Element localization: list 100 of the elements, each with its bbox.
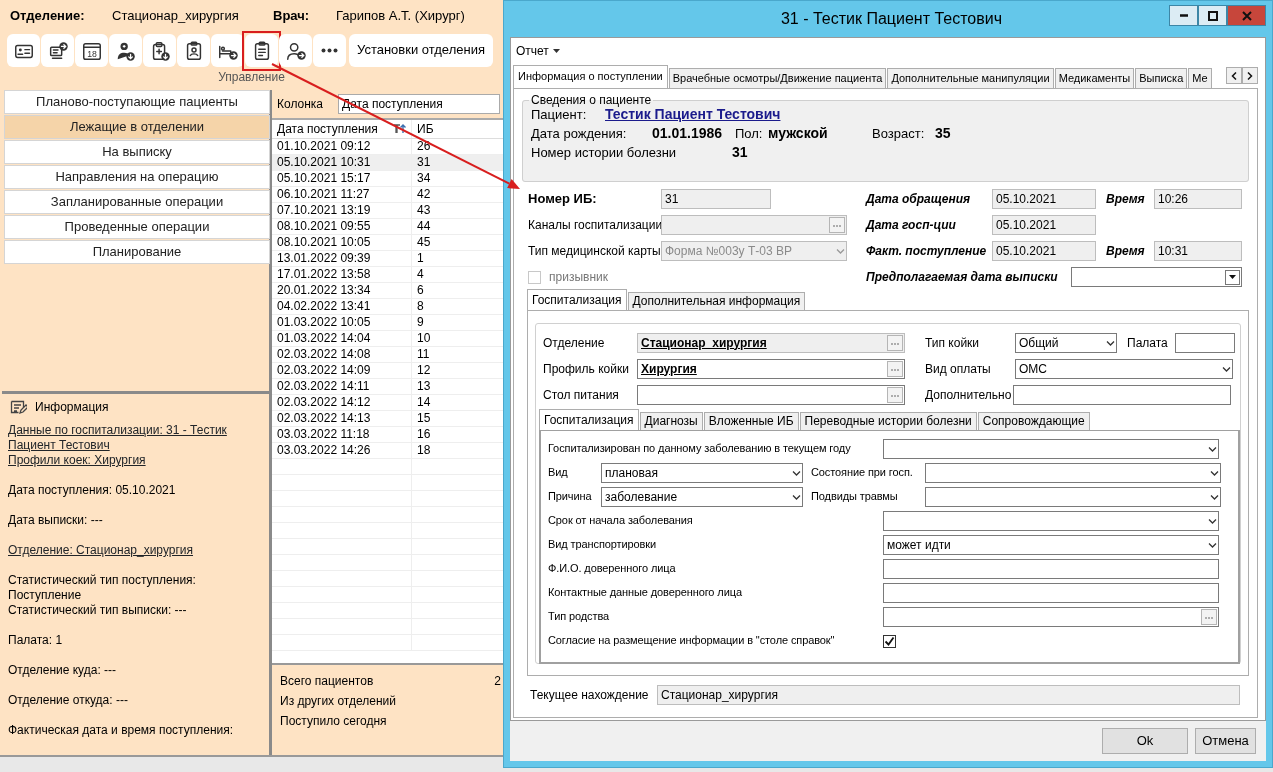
dropdown[interactable]: заболевание	[601, 487, 803, 507]
tab[interactable]: Ме	[1188, 68, 1212, 88]
table-cell: 02.03.2022 14:11	[272, 379, 412, 394]
toolbar-button[interactable]	[211, 34, 244, 67]
nav-item[interactable]: Планирование	[4, 240, 270, 264]
table-row[interactable]: 03.03.2022 14:26 18	[272, 443, 503, 459]
field-label: Причина	[548, 490, 593, 504]
table-row[interactable]: 02.03.2022 14:13 15	[272, 411, 503, 427]
text-field[interactable]	[1175, 333, 1235, 353]
dropdown-arrow-button[interactable]	[1225, 269, 1240, 285]
text-field[interactable]: 05.10.2021	[992, 189, 1096, 209]
maximize-button[interactable]	[1198, 5, 1227, 26]
dropdown[interactable]: может идти	[883, 535, 1219, 555]
dropdown[interactable]	[925, 463, 1221, 483]
window-title: 31 - Тестик Пациент Тестович	[779, 9, 1004, 29]
nav-item[interactable]: Проведенные операции	[4, 215, 270, 239]
dropdown[interactable]	[1071, 267, 1242, 287]
chevron-icon	[1209, 468, 1219, 478]
text-field[interactable]	[883, 583, 1219, 603]
tab[interactable]: Информация о поступлении	[513, 65, 668, 88]
table-row[interactable]: 01.03.2022 14:04 10	[272, 331, 503, 347]
nav-item[interactable]: Направления на операцию	[4, 165, 270, 189]
cancel-button[interactable]: Отмена	[1195, 728, 1256, 754]
tab[interactable]: Диагнозы	[639, 412, 703, 430]
table-row[interactable]: 05.10.2021 15:17 34	[272, 171, 503, 187]
toolbar-button[interactable]	[7, 34, 40, 67]
settings-button[interactable]: Установки отделения	[349, 34, 493, 67]
table-row[interactable]: 17.01.2022 13:58 4	[272, 267, 503, 283]
dropdown[interactable]	[925, 487, 1221, 507]
dropdown[interactable]	[883, 511, 1219, 531]
notes-icon	[10, 400, 27, 415]
scroll-right-button[interactable]	[1242, 67, 1258, 84]
toolbar-button[interactable]	[313, 34, 346, 67]
table-row[interactable]: 02.03.2022 14:09 12	[272, 363, 503, 379]
table-row[interactable]: 04.02.2022 13:41 8	[272, 299, 503, 315]
field-label: Предполагаемая дата выписки	[866, 269, 1059, 285]
toolbar-button[interactable]	[143, 34, 176, 67]
table-cell: 02.03.2022 14:13	[272, 411, 412, 426]
tab[interactable]: Выписка	[1135, 68, 1188, 88]
toolbar-button[interactable]	[41, 34, 74, 67]
field-label: Срок от начала заболевания	[548, 514, 694, 528]
patient-link[interactable]: Тестик Пациент Тестович	[605, 106, 781, 124]
minimize-button[interactable]	[1169, 5, 1198, 26]
dropdown[interactable]	[883, 439, 1219, 459]
text-field[interactable]: 05.10.2021	[992, 241, 1096, 261]
nav-item[interactable]: Планово-поступающие пациенты	[4, 90, 270, 114]
dropdown[interactable]: ОМС	[1015, 359, 1233, 379]
text-field[interactable]: 10:26	[1154, 189, 1242, 209]
text-field[interactable]	[883, 559, 1219, 579]
lookup-field[interactable]	[883, 607, 1219, 627]
toolbar-button[interactable]	[109, 34, 142, 67]
tab[interactable]: Медикаменты	[1054, 68, 1135, 88]
sort-icon	[393, 123, 407, 135]
tab[interactable]: Госпитализация	[539, 409, 639, 430]
tab[interactable]: Дополнительные манипуляции	[887, 68, 1054, 88]
checkbox[interactable]	[883, 634, 896, 648]
nav-item[interactable]: На выписку	[4, 140, 270, 164]
table-row[interactable]: 05.10.2021 10:31 31	[272, 155, 503, 171]
table-row[interactable]: 08.10.2021 10:05 45	[272, 235, 503, 251]
table-row[interactable]: 02.03.2022 14:12 14	[272, 395, 503, 411]
info-link[interactable]: Отделение: Стационар_хирургия	[8, 543, 263, 558]
nav-item[interactable]: Лежащие в отделении	[4, 115, 270, 139]
info-link[interactable]: Профили коек: Хирургия	[8, 453, 263, 468]
dropdown[interactable]: плановая	[601, 463, 803, 483]
info-link[interactable]: Данные по госпитализации: 31 - Тестик Пациент Тестович	[8, 423, 263, 453]
lookup-field[interactable]	[637, 385, 905, 405]
tab[interactable]: Врачебные осмотры/Движение пациента	[668, 68, 887, 88]
text-field[interactable]: Стационар_хирургия	[657, 685, 1240, 705]
scroll-left-button[interactable]	[1226, 67, 1242, 84]
table-row[interactable]: 08.10.2021 09:55 44	[272, 219, 503, 235]
toolbar-button[interactable]	[177, 34, 210, 67]
table-row[interactable]: 02.03.2022 14:08 11	[272, 347, 503, 363]
column-header[interactable]: ИБ	[412, 120, 503, 138]
table-row[interactable]: 06.10.2021 11:27 42	[272, 187, 503, 203]
text-field[interactable]: 10:31	[1154, 241, 1242, 261]
chevron-left-icon	[1231, 71, 1237, 80]
lookup-field[interactable]: Хирургия	[637, 359, 905, 379]
table-row[interactable]: 01.03.2022 10:05 9	[272, 315, 503, 331]
summary-label: Из других отделений	[280, 693, 396, 709]
text-field[interactable]: 05.10.2021	[992, 215, 1096, 235]
field-value: 01.01.1986	[652, 125, 724, 143]
text-field[interactable]	[1013, 385, 1231, 405]
table-row[interactable]: 13.01.2022 09:39 1	[272, 251, 503, 267]
toolbar-button[interactable]	[279, 34, 312, 67]
tab[interactable]: Вложенные ИБ	[703, 412, 799, 430]
ok-button[interactable]: Ok	[1102, 728, 1188, 754]
table-row[interactable]: 07.10.2021 13:19 43	[272, 203, 503, 219]
nav-item[interactable]: Запланированные операции	[4, 190, 270, 214]
table-row[interactable]: 02.03.2022 14:11 13	[272, 379, 503, 395]
tab[interactable]: Переводные истории болезни	[799, 412, 977, 430]
tab[interactable]: Дополнительная информация	[627, 292, 806, 310]
menu-item[interactable]: Отчет	[513, 41, 563, 61]
column-header[interactable]: Дата поступления	[272, 120, 412, 138]
table-cell-text: 44	[416, 219, 432, 234]
tab[interactable]: Сопровождающие	[977, 412, 1090, 430]
close-button[interactable]	[1227, 5, 1266, 26]
table-row[interactable]: 20.01.2022 13:34 6	[272, 283, 503, 299]
dropdown[interactable]: Общий	[1015, 333, 1117, 353]
table-row[interactable]: 03.03.2022 11:18 16	[272, 427, 503, 443]
tab[interactable]: Госпитализация	[527, 289, 627, 310]
